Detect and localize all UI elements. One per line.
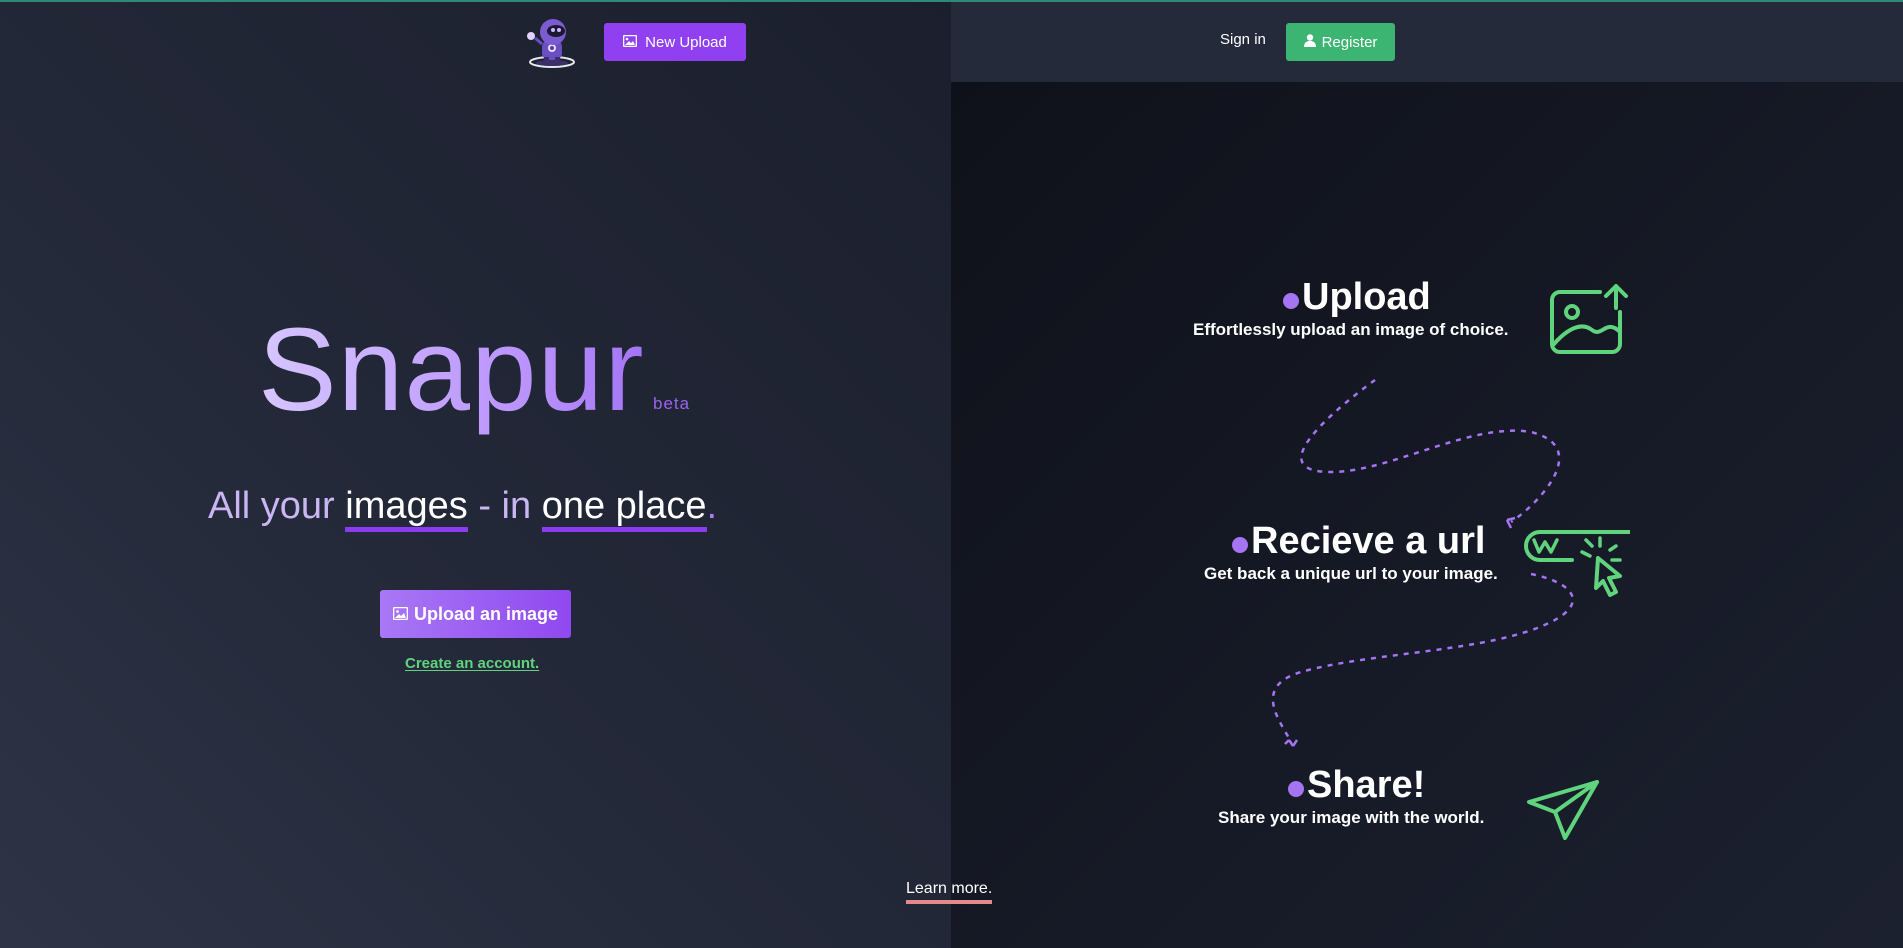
step-bullet bbox=[1288, 780, 1304, 797]
hero-panel bbox=[0, 0, 951, 948]
image-icon bbox=[392, 604, 409, 625]
brand-title: Snapur bbox=[258, 300, 658, 440]
step-url-title: Recieve a url bbox=[1232, 520, 1485, 563]
learn-more-link[interactable]: Learn more. bbox=[906, 880, 993, 904]
step-share-description: Share your image with the world. bbox=[1218, 808, 1485, 827]
paper-plane-icon bbox=[1525, 778, 1601, 847]
header-right-bg bbox=[951, 2, 1903, 82]
top-accent-line bbox=[0, 0, 1903, 2]
register-label: Register bbox=[1321, 33, 1378, 51]
upload-image-button[interactable]: Upload an image bbox=[380, 590, 571, 638]
step-upload-title: Upload bbox=[1283, 276, 1431, 319]
image-icon bbox=[622, 34, 638, 51]
new-upload-button[interactable]: New Upload bbox=[604, 23, 746, 61]
tagline-part2: - in bbox=[467, 485, 542, 527]
create-account-link[interactable]: Create an account. bbox=[405, 655, 539, 672]
user-icon bbox=[1303, 33, 1316, 51]
url-click-icon bbox=[1520, 528, 1632, 607]
step-bullet bbox=[1232, 536, 1248, 553]
step-url-description: Get back a unique url to your image. bbox=[1204, 564, 1498, 583]
step-url-title-text: Recieve a url bbox=[1251, 520, 1486, 562]
step-upload-title-text: Upload bbox=[1302, 276, 1431, 318]
step-upload-description: Effortlessly upload an image of choice. bbox=[1193, 320, 1509, 339]
upload-image-label: Upload an image bbox=[413, 603, 559, 624]
tagline-highlight-images: images bbox=[345, 485, 468, 532]
beta-badge: beta bbox=[653, 394, 691, 413]
step-bullet bbox=[1283, 292, 1299, 309]
new-upload-label: New Upload bbox=[645, 33, 727, 51]
register-button[interactable]: Register bbox=[1286, 23, 1395, 61]
sign-in-link[interactable]: Sign in bbox=[1220, 31, 1266, 48]
image-upload-icon bbox=[1548, 282, 1630, 359]
tagline-part1: All your bbox=[208, 485, 346, 527]
step-share-title-text: Share! bbox=[1307, 764, 1426, 806]
tagline-end: . bbox=[706, 485, 718, 527]
step-share-title: Share! bbox=[1288, 764, 1425, 807]
tagline: All your images - in one place. bbox=[208, 482, 718, 532]
snapur-mascot-logo[interactable] bbox=[524, 16, 580, 68]
tagline-highlight-one-place: one place bbox=[541, 485, 707, 532]
